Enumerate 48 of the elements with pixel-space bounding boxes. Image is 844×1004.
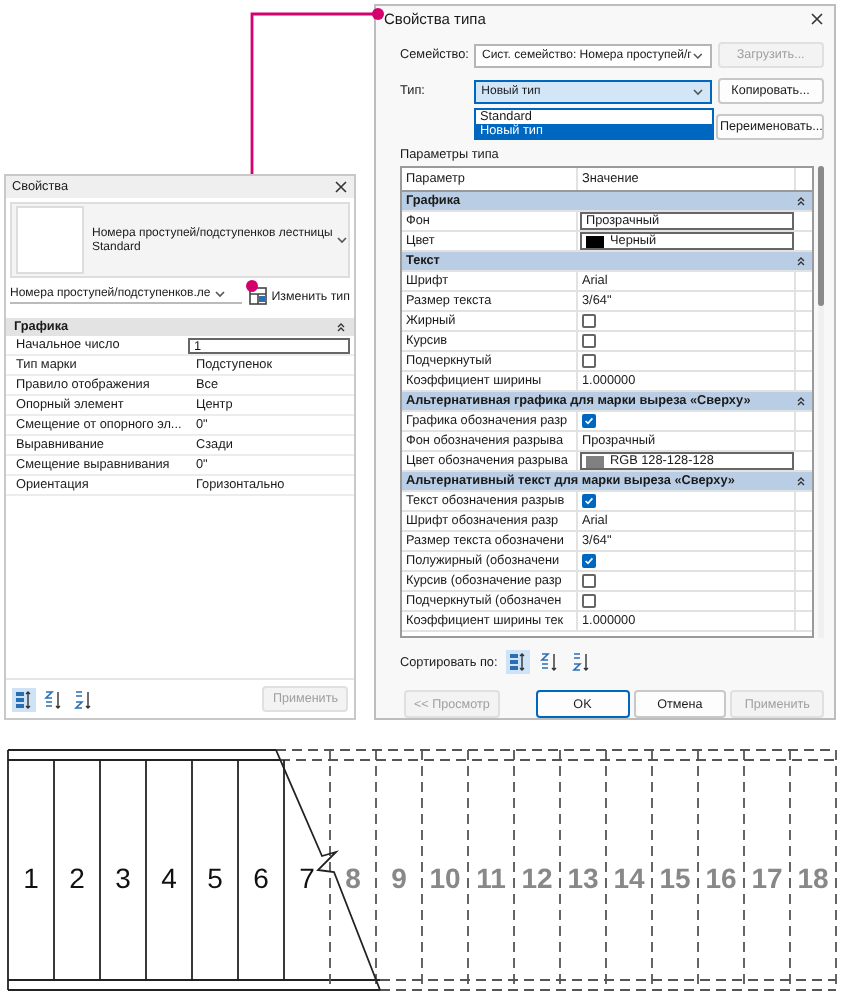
caret-icon: [691, 51, 704, 59]
tread-number: 17: [751, 862, 783, 894]
tread-number: 2: [69, 862, 85, 894]
tread-number: 3: [115, 862, 131, 894]
tread-number: 9: [391, 862, 407, 894]
checkbox[interactable]: [582, 354, 596, 368]
sort-button[interactable]: [72, 687, 96, 711]
tread-number: 18: [797, 862, 829, 894]
tread-number: 1: [23, 862, 39, 894]
sort-icon: [539, 652, 560, 672]
checkbox[interactable]: [582, 554, 596, 568]
tread-number: 11: [476, 862, 506, 894]
checkbox[interactable]: [582, 594, 596, 608]
sort-icon: [571, 652, 592, 672]
tread-number: 5: [207, 862, 223, 894]
tread-number: 15: [659, 862, 691, 894]
scrollbar-thumb[interactable]: [818, 166, 824, 306]
sort-button[interactable]: [505, 650, 530, 674]
sort-button[interactable]: [537, 650, 562, 674]
tread-number: 6: [253, 862, 269, 894]
tread-number: 4: [161, 862, 177, 894]
preview-thumbnail: [16, 206, 84, 274]
caret-icon: [691, 87, 704, 95]
list-icon: [507, 652, 528, 672]
tread-number: 8: [345, 862, 361, 894]
sort-icon: [44, 689, 64, 709]
sort-button[interactable]: [42, 687, 66, 711]
scrollbar[interactable]: [818, 166, 824, 638]
sort-button[interactable]: [12, 687, 36, 711]
caret-icon: [214, 290, 227, 298]
edit-type-icon: [247, 286, 268, 306]
tread-number: 13: [567, 862, 599, 894]
checkbox[interactable]: [582, 334, 596, 348]
close-icon: [334, 180, 348, 194]
tread-number: 12: [521, 862, 553, 894]
checkbox[interactable]: [582, 494, 596, 508]
list-icon: [14, 689, 34, 709]
sort-button[interactable]: [569, 650, 594, 674]
checkbox[interactable]: [582, 314, 596, 328]
checkbox[interactable]: [582, 414, 596, 428]
tread-number: 10: [429, 862, 461, 894]
checkbox[interactable]: [582, 574, 596, 588]
caret-icon: [336, 236, 348, 244]
sort-icon: [74, 689, 94, 709]
tread-number: 14: [613, 862, 645, 894]
close-icon: [810, 12, 824, 26]
tread-number: 7: [299, 862, 315, 894]
tread-number: 16: [705, 862, 737, 894]
